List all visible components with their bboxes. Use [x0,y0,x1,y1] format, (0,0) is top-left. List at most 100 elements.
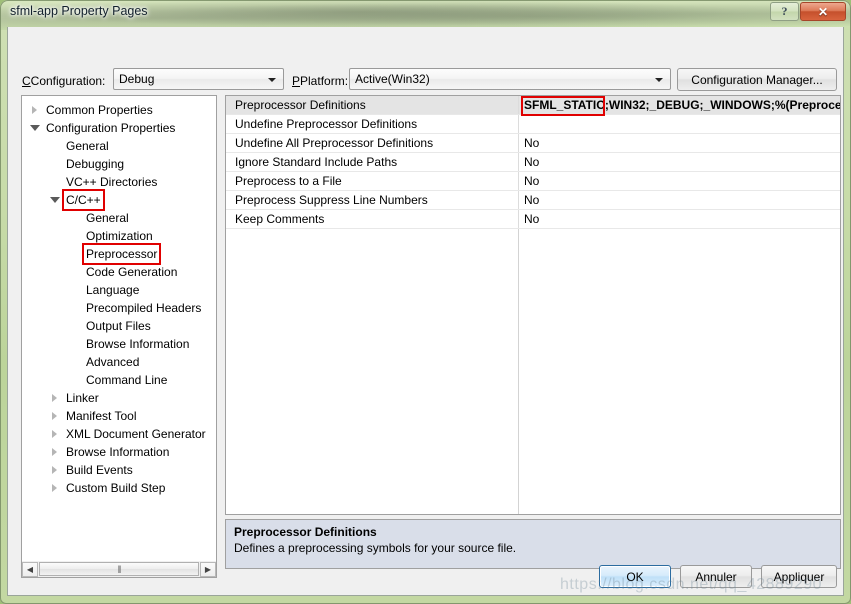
tree-item-label: Code Generation [84,263,179,281]
property-row[interactable]: Preprocessor Definitions SFML_STATIC;WIN3… [226,96,840,115]
row-splitter [518,115,519,133]
tree-item-linker[interactable]: Linker [22,389,216,407]
tree-item-command-line[interactable]: Command Line [22,371,216,389]
property-value[interactable]: No [524,172,539,190]
property-row[interactable]: Keep CommentsNo [226,210,840,229]
scrollbar-thumb[interactable] [39,562,199,576]
configuration-value: Debug [119,72,154,86]
tree-expander-closed-icon[interactable] [50,479,60,497]
tree-item-build-events[interactable]: Build Events [22,461,216,479]
property-name: Ignore Standard Include Paths [235,153,397,171]
titlebar: sfml-app Property Pages ? ✕ [0,0,851,27]
tree-item-label: C/C++ [64,191,103,209]
tree-horizontal-scrollbar[interactable]: ◀ ▶ [21,561,217,578]
tree-item-label: Optimization [84,227,155,245]
property-row[interactable]: Preprocess Suppress Line Numbers No [226,191,840,210]
scroll-right-arrow-icon[interactable]: ▶ [200,562,216,577]
tree-item-label: Manifest Tool [64,407,138,425]
tree-item-custom-build-step[interactable]: Custom Build Step [22,479,216,497]
tree-item-preprocessor[interactable]: Preprocessor [22,245,216,263]
property-value[interactable]: No [524,210,539,228]
tree-item-label: Browse Information [64,443,171,461]
tree-expander-closed-icon[interactable] [50,389,60,407]
dialog-client-area: CConfiguration: Debug PPlatform: Active(… [7,27,844,596]
tree-expander-open-icon[interactable] [30,119,40,137]
property-row[interactable]: Undefine Preprocessor Definitions [226,115,840,134]
platform-label-text: Platform: [293,74,348,88]
tree-item-browse-information[interactable]: Browse Information [22,335,216,353]
chevron-down-icon [655,78,663,82]
property-value[interactable]: No [524,134,539,152]
tree-item-configuration-properties[interactable]: Configuration Properties [22,119,216,137]
property-pages-window: sfml-app Property Pages ? ✕ CConfigurati… [0,0,851,604]
property-name: Undefine Preprocessor Definitions [235,115,417,133]
tree-item-advanced[interactable]: Advanced [22,353,216,371]
tree-expander-closed-icon[interactable] [50,407,60,425]
watermark-text: https://blog.csdn.net/qq_42889290 [560,576,822,594]
configuration-label-text: Configuration: [23,74,105,88]
tree-item-code-generation[interactable]: Code Generation [22,263,216,281]
caption-button-group: ? ✕ [770,2,846,21]
property-value[interactable]: SFML_STATIC;WIN32;_DEBUG;_WINDOWS;%(Prep… [524,96,841,114]
tree-expander-open-icon[interactable] [50,191,60,209]
tree-item-optimization[interactable]: Optimization [22,227,216,245]
row-splitter [518,191,519,209]
property-grid[interactable]: Preprocessor Definitions SFML_STATIC;WIN3… [225,95,841,515]
tree-item-language[interactable]: Language [22,281,216,299]
row-splitter [518,96,519,114]
row-splitter [518,210,519,228]
settings-tree[interactable]: Common PropertiesConfiguration Propertie… [21,95,217,569]
property-name: Preprocessor Definitions [235,96,366,114]
property-row[interactable]: Undefine All Preprocessor Definitions No [226,134,840,153]
tree-item-label: Debugging [64,155,126,173]
help-icon[interactable]: ? [770,2,799,21]
tree-item-label: VC++ Directories [64,173,159,191]
property-value[interactable]: No [524,191,539,209]
settings-tree-list: Common PropertiesConfiguration Propertie… [22,96,216,497]
tree-item-label: Precompiled Headers [84,299,203,317]
tree-item-label: Build Events [64,461,135,479]
tree-item-label: Configuration Properties [44,119,177,137]
tree-item-general[interactable]: General [22,137,216,155]
tree-item-common-properties[interactable]: Common Properties [22,101,216,119]
description-body: Defines a preprocessing symbols for your… [234,540,832,556]
tree-item-label: Command Line [84,371,169,389]
property-row[interactable]: Preprocess to a File No [226,172,840,191]
tree-item-c-c[interactable]: C/C++ [22,191,216,209]
scroll-left-arrow-icon[interactable]: ◀ [22,562,38,577]
tree-item-debugging[interactable]: Debugging [22,155,216,173]
property-value[interactable]: No [524,153,539,171]
property-row[interactable]: Ignore Standard Include Paths No [226,153,840,172]
close-icon[interactable]: ✕ [800,2,846,21]
tree-expander-closed-icon[interactable] [50,425,60,443]
tree-expander-closed-icon[interactable] [50,443,60,461]
tree-item-label: General [64,137,111,155]
tree-item-general[interactable]: General [22,209,216,227]
tree-item-manifest-tool[interactable]: Manifest Tool [22,407,216,425]
tree-item-label: Linker [64,389,101,407]
tree-item-label: Language [84,281,141,299]
configuration-dropdown[interactable]: Debug [113,68,284,90]
description-title: Preprocessor Definitions [234,524,832,540]
platform-label: PPlatform: [292,74,348,88]
row-splitter [518,153,519,171]
tree-item-xml-document-generator[interactable]: XML Document Generator [22,425,216,443]
tree-item-browse-information[interactable]: Browse Information [22,443,216,461]
tree-item-label: General [84,209,131,227]
tree-item-label: Common Properties [44,101,155,119]
tree-item-output-files[interactable]: Output Files [22,317,216,335]
row-splitter [518,134,519,152]
tree-item-precompiled-headers[interactable]: Precompiled Headers [22,299,216,317]
tree-item-vc-directories[interactable]: VC++ Directories [22,173,216,191]
tree-expander-closed-icon[interactable] [30,101,40,119]
window-title: sfml-app Property Pages [10,4,148,18]
property-name: Preprocess Suppress Line Numbers [235,191,428,209]
platform-dropdown[interactable]: Active(Win32) [349,68,671,90]
configuration-manager-button[interactable]: Configuration Manager... [677,68,837,91]
property-name: Preprocess to a File [235,172,342,190]
property-name: Undefine All Preprocessor Definitions [235,134,433,152]
row-splitter [518,172,519,190]
tree-expander-closed-icon[interactable] [50,461,60,479]
tree-item-label: Preprocessor [84,245,159,263]
tree-item-label: Output Files [84,317,153,335]
